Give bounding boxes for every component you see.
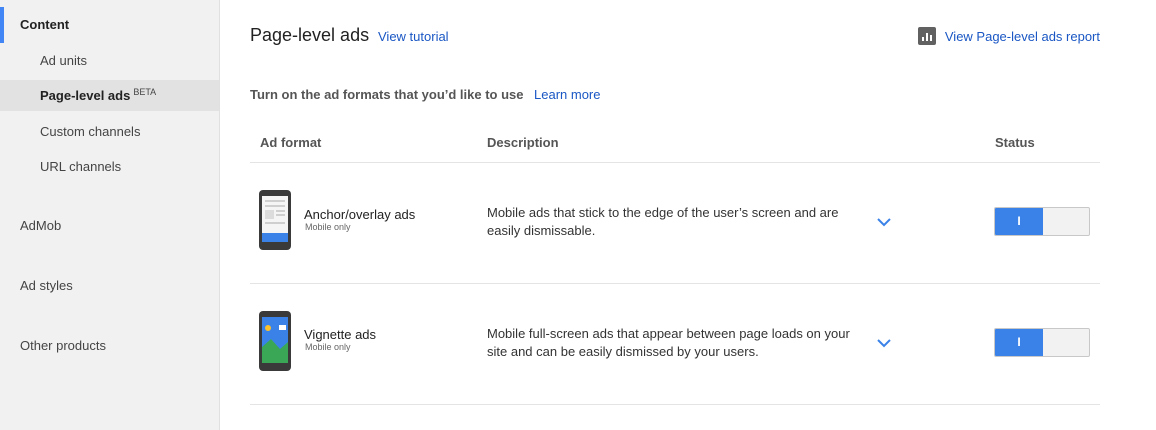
column-header-description: Description [487,135,559,150]
view-report-link[interactable]: View Page-level ads report [945,29,1100,44]
intro-text: Turn on the ad formats that you’d like t… [250,87,524,102]
row-divider [250,404,1100,405]
status-toggle[interactable]: I [994,328,1090,357]
ad-format-sub: Mobile only [305,342,351,352]
sidebar: Content Ad units Page-level ads BETA Cust… [0,0,220,430]
toggle-on-state: I [995,208,1043,235]
sidebar-item-page-level-ads[interactable]: Page-level ads BETA [0,80,219,111]
ad-format-description: Mobile ads that stick to the edge of the… [487,205,839,238]
anchor-ad-phone-icon [259,190,291,250]
view-tutorial-link[interactable]: View tutorial [378,29,449,44]
ad-format-sub: Mobile only [305,222,351,232]
sidebar-item-custom-channels[interactable]: Custom channels [0,116,219,147]
column-header-ad-format: Ad format [260,135,322,150]
chevron-down-icon[interactable] [875,337,893,349]
nav-section-content[interactable]: Content [0,7,219,43]
nav-section-admob[interactable]: AdMob [0,208,219,244]
column-header-status: Status [995,135,1035,150]
ad-format-description: Mobile full-screen ads that appear betwe… [487,326,850,359]
bar-chart-icon [917,27,936,45]
toggle-on-state: I [995,329,1043,356]
learn-more-link[interactable]: Learn more [534,87,600,102]
sidebar-item-url-channels[interactable]: URL channels [0,151,219,182]
table-row: Vignette ads Mobile only Mobile full-scr… [250,284,1100,404]
sidebar-item-label: Page-level ads [40,88,131,103]
beta-badge: BETA [133,87,157,97]
page-title: Page-level ads [250,25,370,45]
table-row: Anchor/overlay ads Mobile only Mobile ad… [250,163,1100,283]
view-report-button[interactable]: View Page-level ads report [917,27,1100,45]
main-content: Page-level ads View tutorial View Page-l… [250,0,1100,430]
chevron-down-icon[interactable] [875,216,893,228]
sidebar-item-ad-units[interactable]: Ad units [0,45,219,76]
nav-section-other-products[interactable]: Other products [0,328,219,364]
ad-format-name: Anchor/overlay ads [304,207,416,222]
nav-section-ad-styles[interactable]: Ad styles [0,268,219,304]
ad-format-name: Vignette ads [304,327,377,342]
status-toggle[interactable]: I [994,207,1090,236]
vignette-ad-phone-icon [259,311,291,371]
